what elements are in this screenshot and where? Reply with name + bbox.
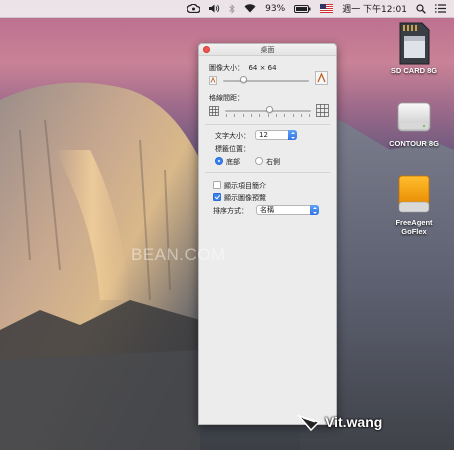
drive-label: SD CARD 8G xyxy=(390,66,438,75)
sort-by-label: 排序方式： xyxy=(213,207,248,215)
label-bottom-radio[interactable] xyxy=(215,157,223,165)
show-item-info-label: 顯示項目簡介 xyxy=(224,182,266,190)
view-options-window: 桌面 圖像大小： 64 × 64 格線間距： 文字大小： 12 標籤位置： 底部… xyxy=(198,43,337,425)
menubar-clock[interactable]: 週一 下午12:01 xyxy=(342,2,407,15)
show-item-info-checkbox[interactable] xyxy=(213,181,221,189)
search-icon[interactable] xyxy=(416,2,426,16)
label-bottom-text: 底部 xyxy=(226,158,240,166)
battery-icon[interactable] xyxy=(294,2,311,16)
text-size-popup[interactable]: 12 xyxy=(255,130,297,140)
window-title: 桌面 xyxy=(260,46,275,54)
drive-label: CONTOUR 8G xyxy=(389,139,439,148)
list-icon[interactable] xyxy=(435,2,446,16)
label-position-label: 標籤位置： xyxy=(215,145,250,153)
large-icon-size-icon xyxy=(315,71,328,85)
menu-bar: 93% 週一 下午12:01 xyxy=(0,0,454,18)
text-size-value: 12 xyxy=(259,131,268,139)
divider xyxy=(205,172,330,173)
show-icon-preview-checkbox[interactable] xyxy=(213,193,221,201)
signature-logo-icon xyxy=(297,414,321,432)
sort-by-value: 名稱 xyxy=(260,206,274,214)
watermark-text: BEAN.COM xyxy=(131,245,226,264)
large-grid-icon xyxy=(316,104,329,119)
orange-drive-icon xyxy=(398,175,430,213)
watermark-signature: Vit.wang xyxy=(297,412,382,432)
text-size-label: 文字大小： xyxy=(215,132,250,140)
popup-arrows-icon xyxy=(310,205,319,215)
desktop-drive-freeagent[interactable]: FreeAgent GoFlex xyxy=(379,172,449,236)
popup-arrows-icon xyxy=(288,130,297,140)
battery-percent: 93% xyxy=(265,3,286,14)
divider xyxy=(205,124,330,125)
label-right-text: 右側 xyxy=(266,158,280,166)
grid-spacing-label: 格線間距： xyxy=(209,94,244,102)
external-drive-icon xyxy=(397,102,431,132)
small-icon-size-icon xyxy=(209,76,217,85)
grid-spacing-ticks xyxy=(226,114,310,117)
window-titlebar[interactable]: 桌面 xyxy=(199,44,336,56)
drive-label: FreeAgent GoFlex xyxy=(395,218,433,236)
sort-by-popup[interactable]: 名稱 xyxy=(256,205,319,215)
show-icon-preview-label: 顯示圖像預覽 xyxy=(224,194,266,202)
small-grid-icon xyxy=(209,106,219,118)
bluetooth-icon[interactable] xyxy=(229,2,235,16)
icon-size-value: 64 × 64 xyxy=(248,64,277,72)
creative-cloud-icon[interactable] xyxy=(187,2,201,16)
icon-size-slider-track[interactable] xyxy=(223,80,309,82)
wifi-icon[interactable] xyxy=(244,2,256,16)
icon-size-label: 圖像大小： 64 × 64 xyxy=(209,64,277,72)
desktop-drive-sd-card[interactable]: SD CARD 8G xyxy=(379,22,449,75)
volume-icon[interactable] xyxy=(209,2,220,16)
desktop-drive-contour[interactable]: CONTOUR 8G xyxy=(379,95,449,148)
label-right-radio[interactable] xyxy=(255,157,263,165)
flag-icon[interactable] xyxy=(320,2,334,16)
sd-card-icon xyxy=(399,22,430,65)
